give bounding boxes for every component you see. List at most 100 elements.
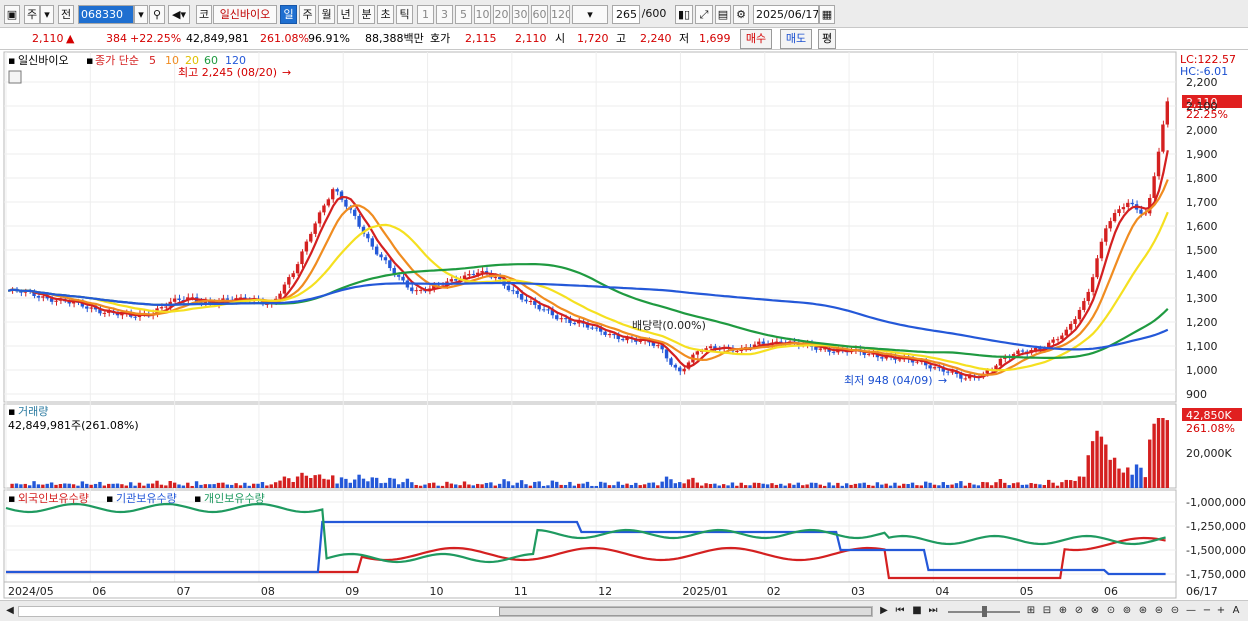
volume-bar bbox=[660, 481, 664, 488]
volume-bar bbox=[1143, 477, 1148, 488]
tool-icon-3[interactable]: ⊕ bbox=[1056, 604, 1070, 619]
volume-value-label: 42,849,981주(261.08%) bbox=[8, 419, 139, 432]
flat-button[interactable]: 평 bbox=[818, 29, 836, 49]
period-tab-minute[interactable]: 분 bbox=[358, 5, 375, 24]
period-tab-day[interactable]: 일 bbox=[280, 5, 297, 24]
volume-bar bbox=[124, 485, 128, 488]
volume-bar bbox=[528, 485, 533, 488]
gear-icon[interactable]: ⚙ bbox=[733, 5, 749, 24]
tool-icon-6[interactable]: ⊙ bbox=[1104, 604, 1118, 619]
stock-label[interactable]: 일신바이오 bbox=[18, 53, 69, 67]
period-tab-week[interactable]: 주 bbox=[299, 5, 316, 24]
candle-body bbox=[1095, 258, 1099, 278]
buy-button[interactable]: 매수 bbox=[740, 29, 772, 49]
legend-individual[interactable]: 개인보유수량 bbox=[204, 492, 265, 505]
calendar-icon[interactable]: ▦ bbox=[819, 5, 835, 24]
tool-icon-5[interactable]: ⊗ bbox=[1088, 604, 1102, 619]
chart-canvas[interactable]: ▪ 일신바이오 ▪ 종가 단순 5 10 20 60 120 최고 2,245 … bbox=[0, 50, 1248, 600]
interval-30[interactable]: 30 bbox=[512, 5, 529, 24]
volume-badge: 42,850K bbox=[1186, 409, 1232, 422]
period-mode-select[interactable]: 주 bbox=[24, 5, 40, 24]
max-count-label: /600 bbox=[641, 7, 667, 20]
legend-institution[interactable]: 기관보유수량 bbox=[116, 492, 177, 505]
scroll-left-icon[interactable]: ◀ bbox=[4, 604, 16, 619]
chevron-down-icon[interactable]: ▾ bbox=[40, 5, 54, 24]
save-icon[interactable]: ▤ bbox=[715, 5, 731, 24]
volume-bar bbox=[142, 485, 146, 488]
period-tab-second[interactable]: 초 bbox=[377, 5, 394, 24]
tool-icon-9[interactable]: ⊜ bbox=[1152, 604, 1166, 619]
stock-code-input[interactable]: 068330 bbox=[78, 5, 134, 24]
volume-bar bbox=[805, 484, 809, 488]
candle-body bbox=[1060, 335, 1064, 340]
candle-body bbox=[757, 341, 761, 345]
volume-bar bbox=[686, 479, 691, 488]
volume-bar bbox=[721, 484, 726, 488]
ma-legend-prefix[interactable]: 종가 단순 bbox=[95, 54, 139, 67]
volume-bar bbox=[322, 478, 326, 488]
candle-body bbox=[467, 274, 471, 276]
candle-body bbox=[370, 238, 374, 247]
fast-forward-icon[interactable]: ⏭ bbox=[926, 604, 940, 619]
tool-icon-10[interactable]: ⊝ bbox=[1168, 604, 1182, 619]
volume-bar bbox=[133, 485, 137, 488]
tool-icon-1[interactable]: ⊞ bbox=[1024, 604, 1038, 619]
scroll-thumb[interactable] bbox=[499, 607, 872, 616]
calculator-icon[interactable] bbox=[8, 70, 22, 84]
chart-area[interactable]: ▪ 일신바이오 ▪ 종가 단순 5 10 20 60 120 최고 2,245 … bbox=[0, 50, 1248, 600]
candle-type-icon[interactable]: ▮▯ bbox=[675, 5, 693, 24]
volume-bar bbox=[63, 483, 67, 488]
volume-bar bbox=[888, 485, 893, 488]
speaker-icon[interactable]: ◀▾ bbox=[168, 5, 190, 24]
stock-name-field[interactable]: 일신바이오 bbox=[213, 5, 277, 24]
candle-body bbox=[638, 340, 642, 342]
rewind-icon[interactable]: ⏮ bbox=[893, 604, 907, 619]
minus-icon[interactable]: − bbox=[1200, 604, 1214, 619]
candle-body bbox=[388, 260, 392, 269]
trade-volume: 42,849,981 bbox=[186, 32, 249, 45]
legend-foreign[interactable]: 외국인보유수량 bbox=[18, 492, 89, 505]
plus-icon[interactable]: + bbox=[1214, 604, 1228, 619]
period-tab-month[interactable]: 월 bbox=[318, 5, 335, 24]
stop-icon[interactable]: ■ bbox=[910, 604, 924, 619]
interval-3[interactable]: 3 bbox=[436, 5, 453, 24]
interval-5[interactable]: 5 bbox=[455, 5, 472, 24]
tool-icon-4[interactable]: ⊘ bbox=[1072, 604, 1086, 619]
interval-60[interactable]: 60 bbox=[531, 5, 548, 24]
interval-20[interactable]: 20 bbox=[493, 5, 510, 24]
volume-bar bbox=[1047, 479, 1051, 488]
price-change: 384 bbox=[106, 32, 127, 45]
chart-toolbar: ▣ 주 ▾ 전 068330 ▾ ⚲ ◀▾ 코 일신바이오 일 주 월 년 분 … bbox=[0, 0, 1248, 28]
interval-custom-select[interactable]: ▾ bbox=[572, 5, 608, 24]
scroll-right-icon[interactable]: ▶ bbox=[878, 604, 890, 619]
sell-button[interactable]: 매도 bbox=[780, 29, 812, 49]
zoom-slider-handle[interactable] bbox=[982, 606, 987, 617]
zoom-out-icon[interactable]: — bbox=[1184, 604, 1198, 619]
period-tab-tick[interactable]: 틱 bbox=[396, 5, 413, 24]
search-icon[interactable]: ⚲ bbox=[149, 5, 165, 24]
candle-body bbox=[559, 318, 563, 320]
volume-title[interactable]: 거래량 bbox=[18, 405, 48, 418]
tool-icon-8[interactable]: ⊛ bbox=[1136, 604, 1150, 619]
interval-120[interactable]: 120 bbox=[550, 5, 570, 24]
tool-icon-2[interactable]: ⊟ bbox=[1040, 604, 1054, 619]
volume-bar bbox=[941, 482, 945, 488]
window-menu-icon[interactable]: ▣ bbox=[4, 5, 20, 24]
code-dropdown-icon[interactable]: ▾ bbox=[134, 5, 148, 24]
auto-scale-icon[interactable]: A bbox=[1229, 604, 1243, 619]
volume-bar bbox=[194, 481, 199, 488]
candle-body bbox=[225, 298, 230, 300]
interval-10[interactable]: 10 bbox=[474, 5, 491, 24]
date-input[interactable]: 2025/06/17 bbox=[753, 5, 819, 24]
volume-bar bbox=[168, 481, 172, 488]
tool-icon-7[interactable]: ⊚ bbox=[1120, 604, 1134, 619]
draw-tool-icon[interactable]: ⤢ bbox=[695, 5, 713, 24]
scroll-track[interactable] bbox=[18, 606, 873, 617]
volume-bar bbox=[1038, 484, 1042, 488]
volume-bar bbox=[370, 477, 374, 488]
period-tab-year[interactable]: 년 bbox=[337, 5, 354, 24]
candle-body bbox=[880, 357, 884, 359]
count-input[interactable]: 265 bbox=[612, 5, 640, 24]
interval-1[interactable]: 1 bbox=[417, 5, 434, 24]
prev-button[interactable]: 전 bbox=[58, 5, 74, 24]
